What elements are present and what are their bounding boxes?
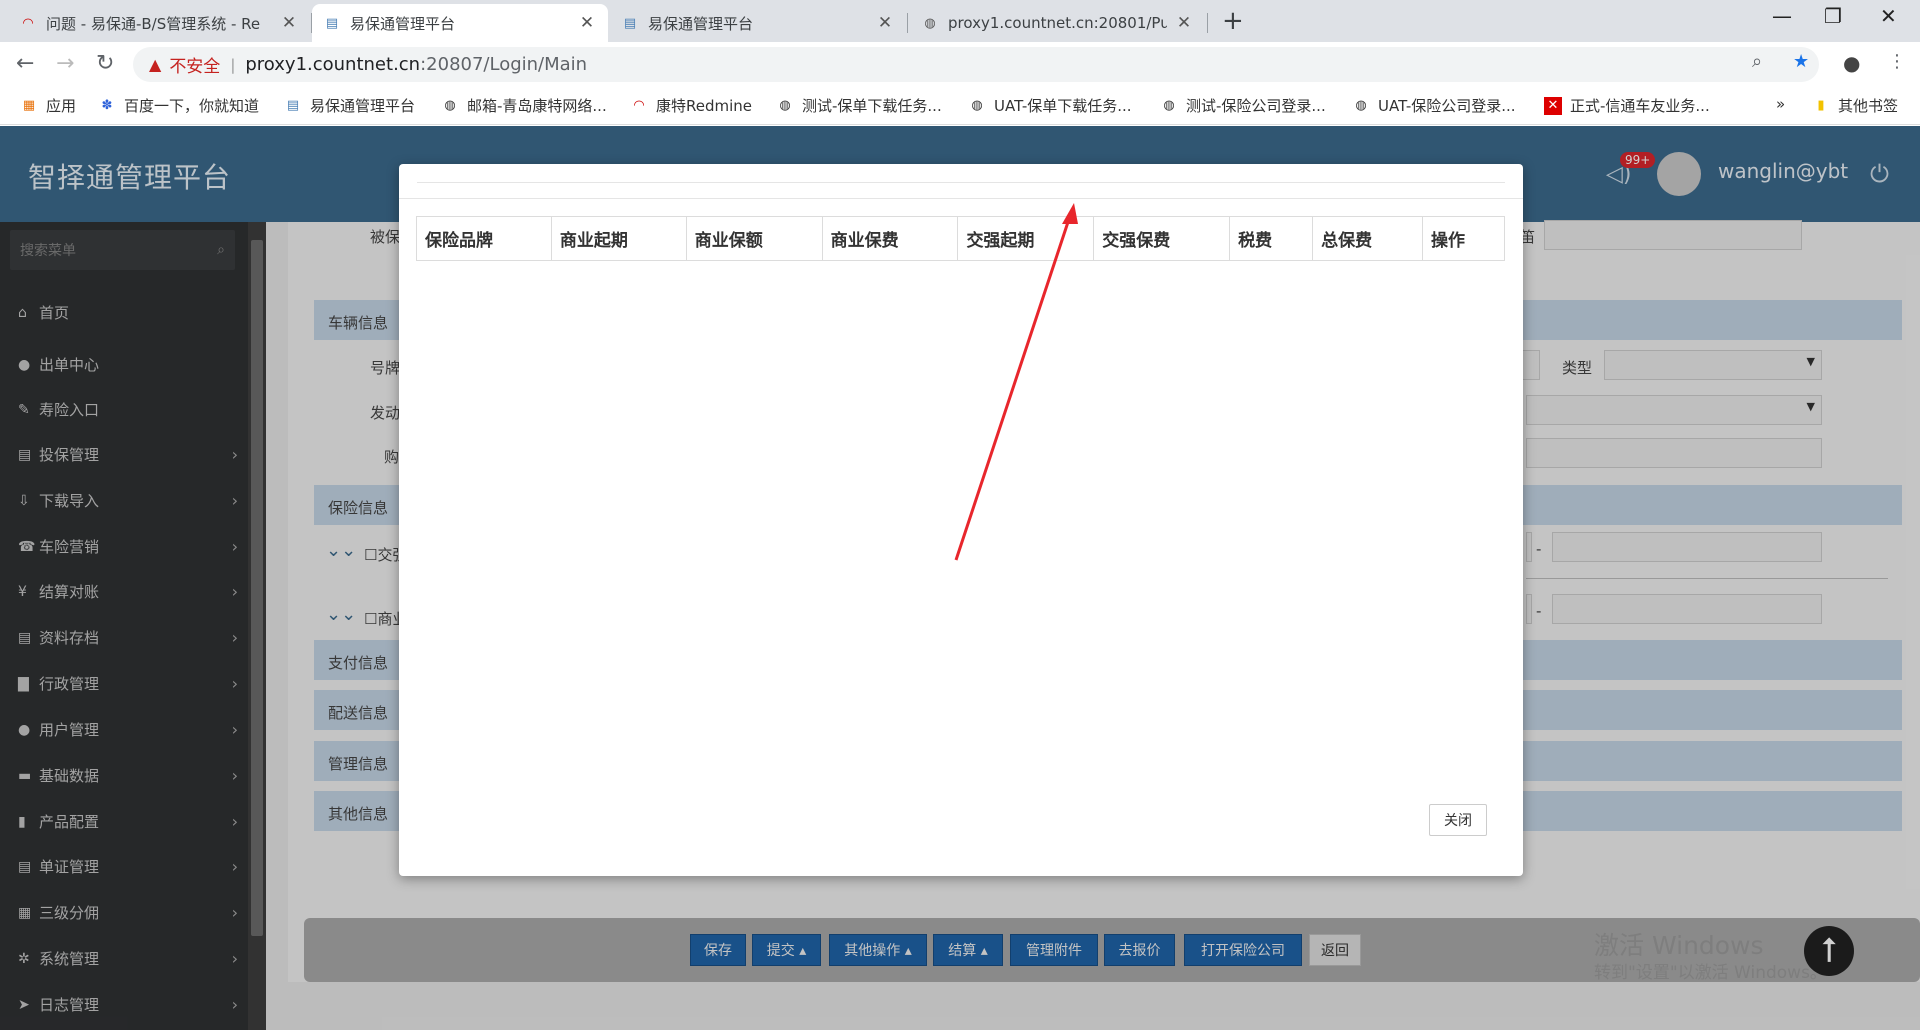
tab-title: proxy1.countnet.cn:20801/Pus bbox=[948, 14, 1167, 32]
col-total-premium: 总保费 bbox=[1312, 216, 1423, 261]
back-icon[interactable]: ← bbox=[16, 51, 34, 76]
red-x-icon: ✕ bbox=[1544, 96, 1562, 115]
bookmark-item[interactable]: ✕ 正式-信通车友业务... bbox=[1544, 95, 1710, 116]
url-field[interactable]: ▲ 不安全 | proxy1.countnet.cn:20807/Login/M… bbox=[133, 47, 1819, 82]
browser-tab-4[interactable]: ◍ proxy1.countnet.cn:20801/Pus ✕ bbox=[910, 4, 1205, 42]
bookmark-label: 易保通管理平台 bbox=[310, 97, 416, 115]
url-host: proxy1.countnet.cn bbox=[245, 54, 421, 75]
quote-table: 保险品牌 商业起期 商业保额 商业保费 交强起期 交强保费 税费 总保费 操作 bbox=[416, 216, 1506, 261]
bookmarks-overflow[interactable]: » bbox=[1776, 95, 1785, 113]
browser-tab-active[interactable]: ▤ 易保通管理平台 ✕ bbox=[312, 4, 608, 42]
bookmark-label: 邮箱-青岛康特网络... bbox=[467, 97, 607, 115]
col-commercial-coverage: 商业保额 bbox=[685, 216, 823, 261]
restore-icon[interactable]: ❐ bbox=[1824, 4, 1842, 28]
bookmark-label: UAT-保险公司登录... bbox=[1378, 97, 1516, 115]
folder-icon: ▮ bbox=[1817, 98, 1825, 113]
bookmark-label: 正式-信通车友业务... bbox=[1570, 97, 1710, 115]
close-tab-icon[interactable]: ✕ bbox=[1175, 13, 1193, 33]
profile-icon[interactable]: ● bbox=[1843, 51, 1860, 75]
bookmarks-bar: ▦ 应用 ✽ 百度一下，你就知道 ▤ 易保通管理平台 ◍ 邮箱-青岛康特网络... ◠ 康… bbox=[0, 87, 1920, 125]
modal-header-divider bbox=[399, 198, 1523, 199]
bookmark-item[interactable]: ◠ 康特Redmine bbox=[630, 95, 752, 116]
globe-icon: ◍ bbox=[444, 98, 456, 113]
tab-title: 易保通管理平台 bbox=[648, 14, 754, 33]
address-bar: ← → ↻ ▲ 不安全 | proxy1.countnet.cn:20807/L… bbox=[0, 42, 1920, 87]
close-tab-icon[interactable]: ✕ bbox=[578, 13, 596, 33]
bookmark-label: 应用 bbox=[46, 97, 77, 115]
globe-icon: ◍ bbox=[779, 98, 791, 113]
apps-grid-icon: ▦ bbox=[22, 98, 36, 113]
insecure-label[interactable]: 不安全 bbox=[169, 52, 220, 77]
bookmark-label: 康特Redmine bbox=[656, 97, 753, 115]
bookmark-label: 百度一下，你就知道 bbox=[124, 97, 260, 115]
bookmark-item[interactable]: ◍ 测试-保单下载任务... bbox=[776, 95, 942, 116]
window-close-icon[interactable]: ✕ bbox=[1880, 4, 1897, 28]
zoom-icon[interactable]: ⌕ bbox=[1752, 51, 1762, 72]
close-tab-icon[interactable]: ✕ bbox=[280, 13, 298, 33]
modal-header-divider bbox=[417, 182, 1505, 183]
bookmark-item[interactable]: ◍ UAT-保单下载任务... bbox=[968, 95, 1132, 116]
bookmark-star-icon[interactable]: ★ bbox=[1793, 51, 1809, 72]
forward-icon[interactable]: → bbox=[56, 51, 74, 76]
new-tab-icon[interactable]: + bbox=[1222, 6, 1244, 36]
redmine-icon: ◠ bbox=[22, 15, 34, 31]
globe-icon: ◍ bbox=[971, 98, 983, 113]
bookmark-item[interactable]: ✽ 百度一下，你就知道 bbox=[98, 95, 259, 116]
redmine-icon: ◠ bbox=[633, 98, 645, 113]
bookmark-label: 测试-保单下载任务... bbox=[802, 97, 942, 115]
bookmark-label: 测试-保险公司登录... bbox=[1186, 97, 1326, 115]
col-compulsory-start: 交强起期 bbox=[957, 216, 1095, 261]
menu-dots-icon[interactable]: ⋮ bbox=[1888, 51, 1906, 72]
close-button[interactable]: 关闭 bbox=[1429, 804, 1487, 836]
globe-icon: ◍ bbox=[1355, 98, 1367, 113]
globe-icon: ◍ bbox=[1163, 98, 1175, 113]
col-commercial-start: 商业起期 bbox=[550, 216, 687, 261]
tab-title: 问题 - 易保通-B/S管理系统 - Re bbox=[46, 14, 261, 33]
tab-title: 易保通管理平台 bbox=[350, 14, 456, 33]
col-tax: 税费 bbox=[1229, 216, 1314, 261]
other-bookmarks[interactable]: ▮ 其他书签 bbox=[1812, 95, 1898, 116]
col-commercial-premium: 商业保费 bbox=[821, 216, 959, 261]
warning-icon: ▲ bbox=[149, 55, 162, 74]
browser-tab-redmine[interactable]: ◠ 问题 - 易保通-B/S管理系统 - Re ✕ bbox=[8, 4, 310, 42]
col-compulsory-premium: 交强保费 bbox=[1093, 216, 1231, 261]
globe-icon: ◍ bbox=[924, 15, 936, 31]
close-tab-icon[interactable]: ✕ bbox=[876, 13, 894, 33]
page-icon: ▤ bbox=[286, 98, 300, 113]
bookmark-item[interactable]: ◍ 邮箱-青岛康特网络... bbox=[441, 95, 607, 116]
minimize-icon[interactable]: — bbox=[1772, 4, 1792, 28]
col-brand: 保险品牌 bbox=[416, 216, 552, 261]
browser-tab-bar: ◠ 问题 - 易保通-B/S管理系统 - Re ✕ ▤ 易保通管理平台 ✕ ▤ … bbox=[0, 0, 1920, 42]
bookmark-apps[interactable]: ▦ 应用 bbox=[20, 95, 76, 116]
col-actions: 操作 bbox=[1421, 216, 1506, 261]
quote-result-modal: 保险品牌 商业起期 商业保额 商业保费 交强起期 交强保费 税费 总保费 操作 … bbox=[399, 164, 1523, 876]
bookmark-item[interactable]: ▤ 易保通管理平台 bbox=[284, 95, 415, 116]
browser-tab-3[interactable]: ▤ 易保通管理平台 ✕ bbox=[610, 4, 906, 42]
reload-icon[interactable]: ↻ bbox=[96, 51, 114, 76]
baidu-paw-icon: ✽ bbox=[101, 98, 113, 113]
bookmark-label: UAT-保单下载任务... bbox=[994, 97, 1132, 115]
bookmark-item[interactable]: ◍ UAT-保险公司登录... bbox=[1352, 95, 1516, 116]
page-icon: ▤ bbox=[623, 15, 637, 31]
table-header-row: 保险品牌 商业起期 商业保额 商业保费 交强起期 交强保费 税费 总保费 操作 bbox=[416, 216, 1506, 261]
bookmark-label: 其他书签 bbox=[1838, 97, 1899, 115]
bookmark-item[interactable]: ◍ 测试-保险公司登录... bbox=[1160, 95, 1326, 116]
page-icon: ▤ bbox=[325, 15, 339, 31]
url-path: :20807/Login/Main bbox=[420, 54, 588, 75]
